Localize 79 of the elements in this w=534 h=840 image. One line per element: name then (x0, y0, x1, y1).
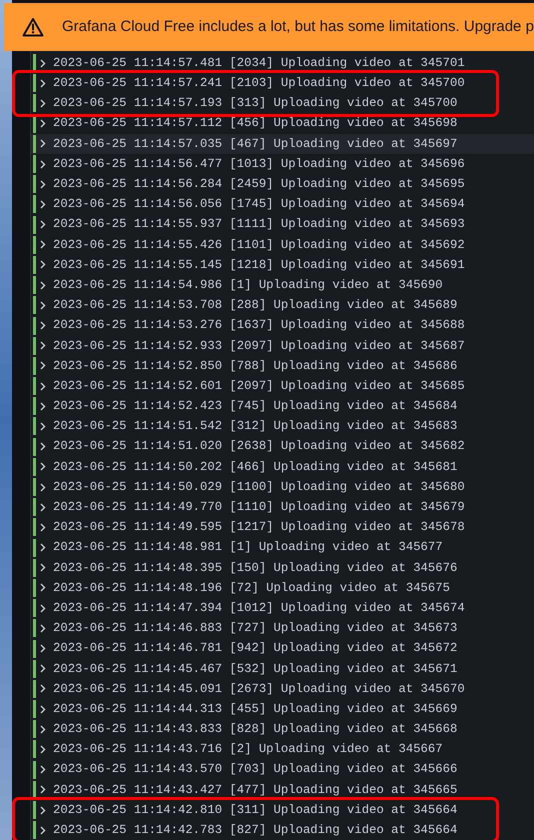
log-line[interactable]: 2023-06-25 11:14:43.427 [477] Uploading video at 345665 (53, 780, 458, 800)
chevron-right-icon[interactable] (40, 200, 46, 209)
log-line[interactable]: 2023-06-25 11:14:52.423 [745] Uploading video at 345684 (53, 397, 458, 416)
chevron-right-icon[interactable] (40, 321, 46, 330)
log-line[interactable]: 2023-06-25 11:14:56.477 [1013] Uploading video at 345696 (53, 154, 465, 174)
chevron-right-icon[interactable] (40, 78, 46, 88)
chevron-right-icon[interactable] (40, 98, 46, 108)
chevron-right-icon[interactable] (40, 422, 46, 431)
log-line[interactable]: 2023-06-25 11:14:48.395 [150] Uploading video at 345676 (53, 558, 458, 577)
log-line[interactable]: 2023-06-25 11:14:48.196 [72] Uploading video at 345675 (53, 578, 450, 598)
log-line[interactable]: 2023-06-25 11:14:53.708 [288] Uploading video at 345689 (53, 296, 458, 315)
log-line[interactable]: 2023-06-25 11:14:56.056 [1745] Uploading video at 345694 (53, 195, 465, 214)
chevron-right-icon[interactable] (40, 402, 46, 411)
log-line[interactable]: 2023-06-25 11:14:50.202 [466] Uploading video at 345681 (53, 458, 458, 476)
chevron-right-icon[interactable] (40, 280, 46, 290)
log-line[interactable]: 2023-06-25 11:14:56.284 [2459] Uploading video at 345695 (53, 175, 465, 194)
log-line[interactable]: 2023-06-25 11:14:55.426 [1101] Uploading video at 345692 (53, 236, 465, 254)
log-line[interactable]: 2023-06-25 11:14:49.770 [1110] Uploading video at 345679 (53, 498, 465, 516)
log-line[interactable]: 2023-06-25 11:14:55.937 [1111] Uploading video at 345693 (53, 215, 465, 234)
log-line[interactable]: 2023-06-25 11:14:48.981 [1] Uploading video at 345677 (53, 538, 443, 557)
chevron-right-icon[interactable] (40, 543, 46, 552)
log-line[interactable]: 2023-06-25 11:14:53.276 [1637] Uploading video at 345688 (53, 316, 465, 335)
chevron-right-icon[interactable] (40, 462, 46, 472)
log-line[interactable]: 2023-06-25 11:14:45.091 [2673] Uploading video at 345670 (53, 680, 465, 698)
chevron-right-icon[interactable] (40, 220, 46, 230)
chevron-right-icon[interactable] (40, 240, 46, 250)
log-line[interactable]: 2023-06-25 11:14:52.601 [2097] Uploading video at 345685 (53, 376, 465, 396)
log-line[interactable]: 2023-06-25 11:14:51.020 [2638] Uploading video at 345682 (53, 437, 465, 456)
chevron-right-icon[interactable] (40, 382, 46, 391)
chevron-right-icon[interactable] (40, 785, 46, 794)
chevron-right-icon[interactable] (40, 744, 46, 754)
chevron-right-icon[interactable] (40, 806, 46, 815)
log-line[interactable]: 2023-06-25 11:14:52.933 [2097] Uploading video at 345687 (53, 336, 465, 355)
chevron-right-icon[interactable] (40, 180, 46, 189)
log-line[interactable]: 2023-06-25 11:14:44.313 [455] Uploading video at 345669 (53, 700, 458, 718)
log-line[interactable]: 2023-06-25 11:14:57.241 [2103] Uploading video at 345700 (53, 74, 465, 92)
log-line[interactable]: 2023-06-25 11:14:54.986 [1] Uploading video at 345690 (53, 276, 443, 294)
chevron-right-icon[interactable] (40, 644, 46, 654)
chevron-right-icon[interactable] (40, 522, 46, 532)
chevron-right-icon[interactable] (40, 361, 46, 370)
chevron-right-icon[interactable] (40, 704, 46, 714)
chevron-right-icon[interactable] (40, 724, 46, 734)
log-line[interactable]: 2023-06-25 11:14:50.029 [1100] Uploading video at 345680 (53, 478, 465, 496)
log-line[interactable]: 2023-06-25 11:14:57.193 [313] Uploading video at 345700 (53, 94, 458, 113)
chevron-right-icon[interactable] (40, 583, 46, 592)
chevron-right-icon[interactable] (40, 58, 46, 68)
chevron-right-icon[interactable] (40, 684, 46, 694)
chevron-right-icon[interactable] (40, 341, 46, 350)
chevron-right-icon[interactable] (40, 826, 46, 835)
log-line[interactable]: 2023-06-25 11:14:46.883 [727] Uploading video at 345673 (53, 619, 458, 638)
log-line[interactable]: 2023-06-25 11:14:45.467 [532] Uploading video at 345671 (53, 660, 458, 678)
log-line[interactable]: 2023-06-25 11:14:49.595 [1217] Uploading video at 345678 (53, 518, 465, 537)
chevron-right-icon[interactable] (40, 160, 46, 169)
chevron-right-icon[interactable] (40, 442, 46, 452)
banner-message: Grafana Cloud Free includes a lot, but has some limitations. Upgrade p (62, 16, 534, 37)
log-line[interactable]: 2023-06-25 11:14:55.145 [1218] Uploading video at 345691 (53, 256, 465, 274)
chevron-right-icon[interactable] (40, 563, 46, 572)
chevron-right-icon[interactable] (40, 300, 46, 310)
log-line[interactable]: 2023-06-25 11:14:42.783 [827] Uploading video at 345664 (53, 821, 458, 840)
chevron-right-icon[interactable] (40, 604, 46, 613)
log-line[interactable]: 2023-06-25 11:14:51.542 [312] Uploading video at 345683 (53, 417, 458, 436)
chevron-right-icon[interactable] (40, 119, 46, 128)
log-line[interactable]: 2023-06-25 11:14:42.810 [311] Uploading video at 345664 (53, 800, 458, 820)
chevron-right-icon[interactable] (40, 624, 46, 633)
chevron-right-icon[interactable] (40, 482, 46, 492)
log-line[interactable]: 2023-06-25 11:14:57.481 [2034] Uploading video at 345701 (53, 54, 465, 72)
log-line[interactable]: 2023-06-25 11:14:43.716 [2] Uploading video at 345667 (53, 740, 443, 759)
log-line[interactable]: 2023-06-25 11:14:52.850 [788] Uploading video at 345686 (53, 356, 458, 376)
chevron-right-icon[interactable] (40, 502, 46, 512)
log-line[interactable]: 2023-06-25 11:14:46.781 [942] Uploading video at 345672 (53, 639, 458, 658)
log-line[interactable]: 2023-06-25 11:14:47.394 [1012] Uploading video at 345674 (53, 598, 465, 618)
chevron-right-icon[interactable] (40, 765, 46, 774)
log-line[interactable]: 2023-06-25 11:14:57.112 [456] Uploading video at 345698 (53, 114, 458, 133)
chevron-right-icon[interactable] (40, 664, 46, 674)
log-line[interactable]: 2023-06-25 11:14:43.833 [828] Uploading video at 345668 (53, 720, 458, 738)
warning-icon (22, 17, 44, 37)
chevron-right-icon[interactable] (40, 260, 46, 270)
log-line[interactable]: 2023-06-25 11:14:43.570 [703] Uploading video at 345666 (53, 760, 458, 779)
chevron-right-icon[interactable] (40, 139, 46, 148)
